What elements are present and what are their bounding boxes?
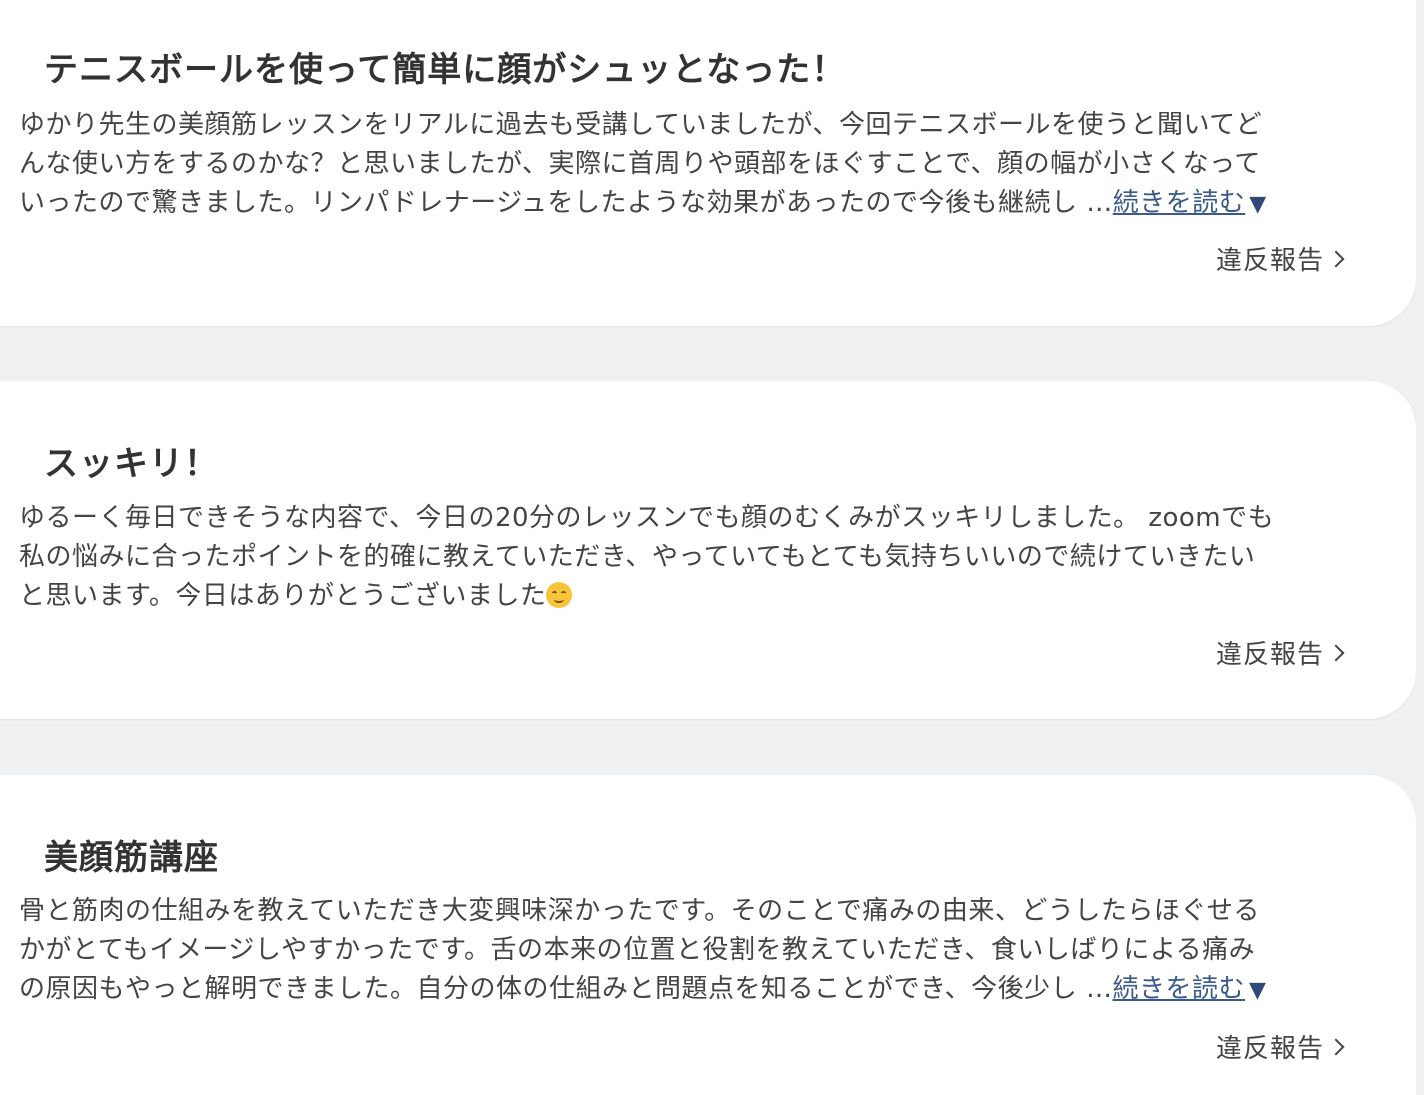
chevron-right-icon	[1327, 250, 1345, 268]
review-body-line: と思います。今日はありがとうございました	[19, 577, 1349, 616]
caret-down-icon[interactable]: ▼	[1249, 978, 1266, 1003]
smiling-face-icon	[546, 582, 573, 608]
review-body-text: と思います。今日はありがとうございました	[19, 581, 547, 611]
review-body: ゆかり先生の美顔筋レッスンをリアルに過去も受講していましたが、今回テニスボールを…	[19, 106, 1349, 224]
chevron-right-icon	[1327, 644, 1345, 662]
report-violation-label: 違反報告	[1215, 1034, 1324, 1064]
review-body: 骨と筋肉の仕組みを教えていただき大変興味深かったです。そのことで痛みの由来、どう…	[19, 892, 1349, 1010]
review-card: テニスボールを使って簡単に顔がシュッとなった！ ゆかり先生の美顔筋レッスンをリア…	[0, 0, 1416, 326]
review-title: 美顔筋講座	[44, 838, 219, 878]
review-body-line: 骨と筋肉の仕組みを教えていただき大変興味深かったです。そのことで痛みの由来、どう…	[19, 896, 1260, 926]
read-more-link[interactable]: 続きを読む	[1112, 974, 1245, 1004]
review-body-line: んな使い方をするのかな？と思いましたが、実際に首周りや頭部をほぐすことで、顔の幅…	[19, 149, 1261, 179]
review-body-line: 私の悩みに合ったポイントを的確に教えていただき、やっていてもとても気持ちいいので…	[19, 542, 1256, 572]
read-more-link[interactable]: 続きを読む	[1113, 188, 1246, 218]
report-violation-label: 違反報告	[1215, 246, 1324, 276]
review-body-line: の原因もやっと解明できました。自分の体の仕組みと問題点を知ることができ、今後少し…	[19, 970, 1349, 1010]
review-body-line: いったので驚きました。リンパドレナージュをしたような効果があったので今後も継続し…	[19, 184, 1349, 224]
caret-down-icon[interactable]: ▼	[1249, 192, 1266, 217]
review-body-line: かがとてもイメージしやすかったです。舌の本来の位置と役割を教えていただき、食いし…	[19, 935, 1256, 965]
review-card: 美顔筋講座 骨と筋肉の仕組みを教えていただき大変興味深かったです。そのことで痛み…	[0, 775, 1416, 1095]
review-body: ゆるーく毎日できそうな内容で、今日の20分のレッスンでも顔のむくみがスッキリしま…	[19, 499, 1349, 616]
report-violation-label: 違反報告	[1215, 640, 1324, 670]
review-body-text: いったので驚きました。リンパドレナージュをしたような効果があったので今後も継続し…	[19, 188, 1113, 218]
report-violation-link[interactable]: 違反報告	[1215, 240, 1345, 277]
review-body-line: ゆかり先生の美顔筋レッスンをリアルに過去も受講していましたが、今回テニスボールを…	[19, 110, 1263, 140]
review-title: スッキリ！	[44, 444, 219, 484]
review-body-text: の原因もやっと解明できました。自分の体の仕組みと問題点を知ることができ、今後少し…	[19, 974, 1113, 1004]
report-violation-link[interactable]: 違反報告	[1215, 1028, 1345, 1065]
review-title: テニスボールを使って簡単に顔がシュッとなった！	[44, 50, 847, 90]
review-card: スッキリ！ ゆるーく毎日できそうな内容で、今日の20分のレッスンでも顔のむくみが…	[0, 381, 1416, 719]
review-body-line: ゆるーく毎日できそうな内容で、今日の20分のレッスンでも顔のむくみがスッキリしま…	[19, 503, 1275, 533]
chevron-right-icon	[1327, 1038, 1345, 1056]
report-violation-link[interactable]: 違反報告	[1215, 634, 1345, 671]
